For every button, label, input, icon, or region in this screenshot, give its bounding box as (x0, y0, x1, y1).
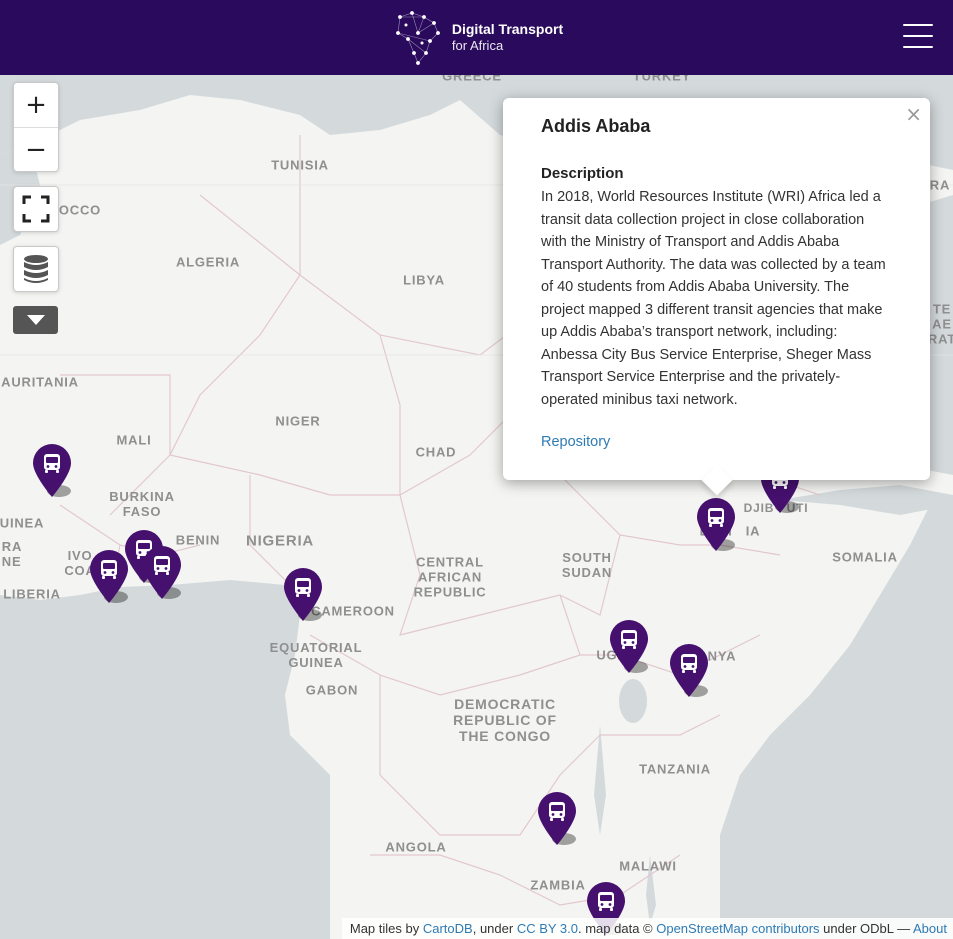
label-malawi: MALAWI (619, 858, 677, 874)
layers-control (13, 246, 59, 292)
zoom-out-button[interactable]: − (14, 127, 58, 171)
africa-network-logo-icon (395, 10, 440, 65)
marker-kenya[interactable] (668, 643, 710, 699)
label-zambia: ZAMBIA (530, 877, 586, 893)
marker-addis-ababa[interactable] (695, 497, 737, 553)
cc-by-link[interactable]: CC BY 3.0 (517, 921, 578, 936)
label-turkey: TURKEY (632, 75, 692, 84)
label-central-african-republic: CENTRAL AFRICAN REPUBLIC (413, 554, 487, 600)
label-liberia: LIBERIA (3, 586, 61, 602)
label-equatorial-guinea: EQUATORIAL GUINEA (269, 640, 363, 670)
bus-pin-icon (90, 550, 128, 603)
popup-subtitle: Description (541, 165, 624, 182)
label-guinea: UINEA (0, 515, 45, 531)
caret-down-icon (26, 315, 45, 325)
label-morocco: OCCO (58, 202, 102, 218)
label-tanzania: TANZANIA (639, 761, 711, 777)
fullscreen-button[interactable] (14, 187, 58, 231)
attribution-text-3: . map data © (578, 921, 657, 936)
layers-button[interactable] (14, 247, 58, 291)
repository-link[interactable]: Repository (541, 434, 610, 450)
about-link[interactable]: About (913, 921, 947, 936)
osm-link[interactable]: OpenStreetMap contributors (656, 921, 819, 936)
label-kenya: NYA (707, 648, 737, 664)
label-algeria: ALGERIA (175, 254, 241, 270)
map-view[interactable]: GREECE TURKEY TUNISIA OCCO ALGERIA LIBYA… (0, 75, 953, 939)
attribution-text-2: , under (472, 921, 517, 936)
bus-pin-icon (697, 498, 735, 551)
label-greece: GREECE (442, 75, 502, 84)
attribution-text-1: Map tiles by (349, 921, 423, 936)
hamburger-menu-icon[interactable] (903, 24, 933, 48)
label-niger: NIGER (275, 413, 321, 429)
brand-line-1: Digital Transport (451, 21, 564, 38)
bus-pin-icon (670, 644, 708, 697)
attribution-text-4: under ODbL (819, 921, 894, 936)
label-saudi-partial: RA (929, 177, 951, 193)
marker-ghana-2[interactable] (141, 545, 183, 601)
zoom-control: + − (13, 82, 59, 172)
location-popup: × Addis Ababa Description In 2018, World… (503, 98, 930, 496)
marker-zambia-north[interactable] (536, 791, 578, 847)
marker-mali[interactable] (31, 443, 73, 499)
bus-pin-icon (610, 620, 648, 673)
bus-pin-icon (284, 568, 322, 621)
label-drc: DEMOCRATIC REPUBLIC OF THE CONGO (453, 695, 557, 745)
popup-description: In 2018, World Resources Institute (WRI)… (541, 189, 886, 408)
label-tunisia: TUNISIA (271, 157, 329, 173)
popup-title: Addis Ababa (541, 116, 651, 136)
popup-close-button[interactable]: × (905, 102, 922, 126)
brand-line-2: for Africa (451, 38, 504, 54)
label-south-sudan: SOUTH SUDAN (561, 550, 613, 580)
brand-logo[interactable]: Digital Transport for Africa (390, 9, 563, 67)
label-mali: MALI (116, 432, 152, 448)
marker-cameroon[interactable] (282, 567, 324, 623)
attribution-separator: — (893, 921, 914, 936)
label-sierra-leone: RA NE (1, 539, 23, 569)
label-somalia: SOMALIA (832, 549, 898, 565)
label-yemen-partial: TE AE RAT (927, 301, 953, 347)
cartodb-link[interactable]: CartoDB (423, 921, 473, 936)
marker-uganda[interactable] (608, 619, 650, 675)
label-mauritania: AURITANIA (1, 374, 79, 390)
zoom-in-button[interactable]: + (14, 83, 58, 127)
bus-pin-icon (538, 792, 576, 845)
map-attribution: Map tiles by CartoDB, under CC BY 3.0. m… (341, 918, 953, 939)
fullscreen-control (13, 186, 59, 232)
header: Digital Transport for Africa (0, 0, 953, 75)
bus-pin-icon (33, 444, 71, 497)
label-libya: LIBYA (403, 272, 445, 288)
database-layers-icon (24, 255, 48, 283)
label-chad: CHAD (415, 444, 457, 460)
marker-ivory-coast[interactable] (88, 549, 130, 605)
brand-name: Digital Transport for Africa (452, 21, 563, 53)
label-gabon: GABON (305, 682, 359, 698)
label-burkina-faso: BURKINA FASO (109, 489, 175, 519)
dropdown-toggle-button[interactable] (13, 306, 58, 334)
label-angola: ANGOLA (385, 839, 447, 855)
bus-pin-icon (143, 546, 181, 599)
fullscreen-icon (22, 195, 50, 223)
label-nigeria: NIGERIA (245, 532, 315, 550)
